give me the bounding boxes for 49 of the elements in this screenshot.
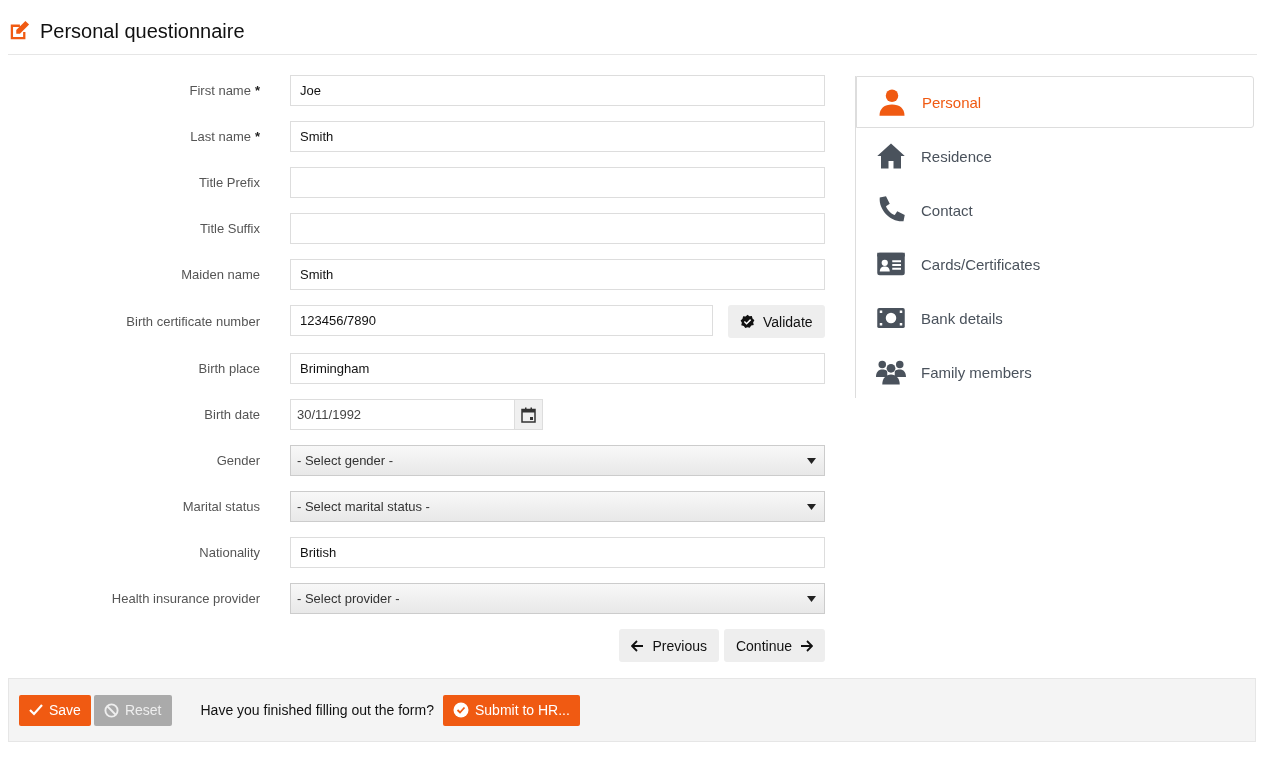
check-circle-icon [452,702,469,718]
check-icon [29,704,43,716]
required-mark: * [254,83,260,98]
page-title: Personal questionnaire [40,19,245,43]
field-label: Title Prefix [199,175,260,190]
field-label: Birth place [198,361,260,376]
submit-question: Have you finished filling out the form? [200,702,434,718]
field-label: Health insurance provider [111,591,260,606]
validate-button[interactable]: Validate [728,305,825,338]
select-dropdown[interactable]: - Select gender - [290,445,825,476]
check-badge-icon [740,314,755,329]
input-field[interactable]: Brimingham [290,353,825,384]
nav-tab[interactable]: Cards/Certificates [856,237,1254,291]
input-field[interactable]: Joe [290,75,825,106]
input-field[interactable] [290,167,825,198]
input-field[interactable]: 30/11/1992 [290,399,515,430]
field-label: First name [189,83,251,98]
select-dropdown[interactable]: - Select provider - [290,583,825,614]
caret-icon [807,457,816,464]
field-label: Title Suffix [200,221,260,236]
arrow-right-icon [800,639,813,652]
input-field[interactable]: Smith [290,259,825,290]
house-icon [875,141,907,171]
field-label: Maiden name [181,267,260,282]
field-label: Birth certificate number [126,314,260,329]
field-label: Nationality [199,545,260,560]
arrow-left-icon [631,639,645,652]
edit-icon [8,20,30,42]
field-label: Last name [190,129,251,144]
input-field[interactable] [290,213,825,244]
nav-tab[interactable]: Contact [856,183,1254,237]
field-label: Birth date [204,407,260,422]
calendar-button[interactable] [515,399,543,430]
field-label: Marital status [182,499,260,514]
prohibited-icon [103,702,119,718]
input-field[interactable]: 123456/7890 [290,305,713,336]
nav-tab[interactable]: Bank details [856,291,1254,345]
field-label: Gender [216,453,260,468]
caret-icon [807,503,816,510]
nav-tab[interactable]: Family members [856,345,1254,399]
previous-button[interactable]: Previous [619,629,719,662]
input-field[interactable]: Smith [290,121,825,152]
nav-tab[interactable]: Residence [856,129,1254,183]
calendar-icon [521,406,536,423]
caret-icon [807,595,816,602]
select-dropdown[interactable]: - Select marital status - [290,491,825,522]
input-field[interactable]: British [290,537,825,568]
required-mark: * [254,129,260,144]
continue-button[interactable]: Continue [723,629,825,662]
